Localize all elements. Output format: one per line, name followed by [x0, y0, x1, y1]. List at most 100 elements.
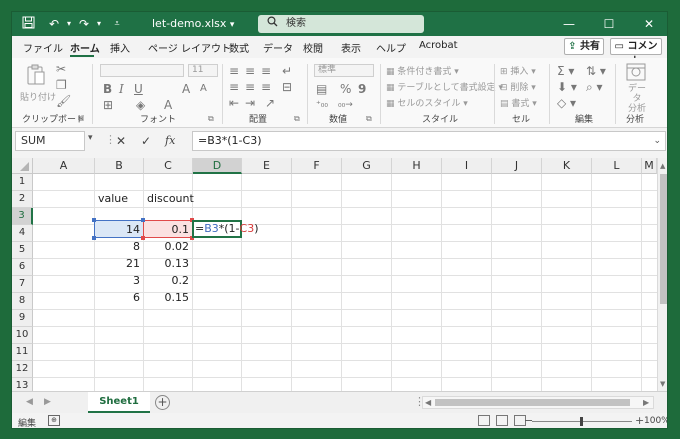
align-top-icon[interactable]: ≡: [229, 64, 239, 78]
horizontal-scrollbar[interactable]: ◀ ▶: [422, 396, 654, 409]
expand-formula-bar-icon[interactable]: ⌄: [653, 132, 661, 150]
align-left-icon[interactable]: ≡: [229, 80, 239, 94]
align-middle-icon[interactable]: ≡: [245, 64, 255, 78]
alignment-launcher-icon[interactable]: ⧉: [294, 112, 300, 126]
orientation-icon[interactable]: ↗: [265, 96, 275, 110]
row-header-12[interactable]: 12: [12, 361, 33, 378]
vertical-scroll-thumb[interactable]: [660, 174, 667, 304]
tab-acrobat[interactable]: Acrobat: [419, 40, 458, 51]
name-box-dropdown-icon[interactable]: ▾: [88, 133, 93, 143]
column-header-h[interactable]: H: [392, 158, 442, 174]
cell-c5[interactable]: 0.13: [144, 255, 192, 272]
copy-icon[interactable]: ❐: [56, 78, 67, 92]
column-header-k[interactable]: K: [542, 158, 592, 174]
cell-b4[interactable]: 8: [95, 238, 143, 255]
add-sheet-icon[interactable]: +: [155, 395, 170, 410]
scroll-left-icon[interactable]: ◀: [425, 398, 431, 407]
tab-review[interactable]: 校閲: [303, 40, 323, 55]
cell-b6[interactable]: 3: [95, 272, 143, 289]
bold-icon[interactable]: B: [103, 82, 112, 96]
format-painter-icon[interactable]: 🖌: [56, 94, 71, 108]
row-header-6[interactable]: 6: [12, 259, 33, 276]
cell-b3[interactable]: 14: [95, 221, 143, 238]
scroll-up-icon[interactable]: ▲: [660, 162, 665, 170]
row-header-5[interactable]: 5: [12, 242, 33, 259]
fill-icon[interactable]: ⬇ ▾: [557, 80, 577, 94]
column-header-m[interactable]: M: [642, 158, 657, 174]
enter-icon[interactable]: ✓: [141, 134, 151, 148]
column-header-l[interactable]: L: [592, 158, 642, 174]
shrink-font-icon[interactable]: A: [200, 82, 207, 96]
font-launcher-icon[interactable]: ⧉: [208, 112, 214, 126]
underline-icon[interactable]: U: [134, 82, 143, 96]
normal-view-icon[interactable]: [478, 415, 490, 426]
format-cells-button[interactable]: ▤ 書式 ▾: [500, 96, 537, 109]
sort-filter-icon[interactable]: ⇅ ▾: [586, 64, 606, 78]
search-box[interactable]: 検索: [258, 15, 424, 33]
column-header-g[interactable]: G: [342, 158, 392, 174]
select-all-corner[interactable]: [12, 158, 33, 174]
cell-b2[interactable]: value: [95, 190, 144, 207]
borders-icon[interactable]: ⊞: [103, 98, 113, 112]
cell-c4[interactable]: 0.02: [144, 238, 192, 255]
number-launcher-icon[interactable]: ⧉: [366, 112, 372, 126]
undo-icon[interactable]: ↶: [46, 16, 62, 32]
wrap-text-icon[interactable]: ↵: [282, 64, 292, 78]
row-header-1[interactable]: 1: [12, 174, 33, 191]
insert-function-icon[interactable]: fx: [165, 134, 175, 147]
minimize-icon[interactable]: —: [549, 12, 589, 36]
customize-qat-icon[interactable]: ⩡: [109, 16, 125, 32]
column-header-e[interactable]: E: [242, 158, 292, 174]
accessibility-icon[interactable]: ⊕: [48, 415, 60, 426]
column-header-d[interactable]: D: [193, 158, 242, 174]
sheet-tab-sheet1[interactable]: Sheet1: [88, 392, 150, 413]
tab-data[interactable]: データ: [263, 40, 293, 55]
title-caret-icon[interactable]: ▾: [230, 20, 235, 30]
row-header-11[interactable]: 11: [12, 344, 33, 361]
vertical-scrollbar[interactable]: ▲ ▼: [657, 158, 667, 391]
zoom-in-icon[interactable]: +: [635, 414, 644, 427]
prev-sheet-icon[interactable]: ◀: [26, 397, 33, 407]
cell-c2[interactable]: discount: [144, 190, 194, 207]
row-header-2[interactable]: 2: [12, 191, 33, 208]
cancel-icon[interactable]: ✕: [116, 134, 126, 148]
page-layout-view-icon[interactable]: [496, 415, 508, 426]
tab-home[interactable]: ホーム: [70, 40, 100, 55]
worksheet-grid[interactable]: A B C D E F G H I J K L M 1 2 3 4 5 6 7 …: [12, 158, 657, 391]
percent-style-icon[interactable]: %: [340, 82, 351, 96]
scroll-right-icon[interactable]: ▶: [643, 398, 649, 407]
name-box[interactable]: SUM: [15, 131, 85, 151]
zoom-slider-thumb[interactable]: [580, 417, 583, 426]
row-header-3[interactable]: 3: [12, 208, 33, 225]
tab-help[interactable]: ヘルプ: [376, 40, 406, 55]
comma-style-icon[interactable]: 9: [358, 82, 366, 96]
column-header-j[interactable]: J: [492, 158, 542, 174]
redo-dropdown-icon[interactable]: ▾: [91, 16, 107, 32]
tab-file[interactable]: ファイル: [23, 40, 63, 55]
row-header-7[interactable]: 7: [12, 276, 33, 293]
decrease-decimal-icon[interactable]: ₀₀→: [338, 98, 353, 112]
italic-icon[interactable]: I: [119, 82, 124, 96]
in-cell-formula[interactable]: =B3*(1-C3): [195, 220, 259, 238]
grow-font-icon[interactable]: A: [182, 82, 190, 96]
clipboard-launcher-icon[interactable]: ⧉: [78, 112, 84, 126]
next-sheet-icon[interactable]: ▶: [44, 397, 51, 407]
decrease-indent-icon[interactable]: ⇤: [229, 96, 239, 110]
save-icon[interactable]: [20, 16, 36, 32]
tab-insert[interactable]: 挿入: [110, 40, 130, 55]
align-center-icon[interactable]: ≡: [245, 80, 255, 94]
cut-icon[interactable]: ✂: [56, 62, 66, 76]
font-name-box[interactable]: [100, 64, 184, 77]
merge-center-icon[interactable]: ⊟: [282, 80, 292, 94]
fill-color-icon[interactable]: ◈: [136, 98, 145, 112]
zoom-level[interactable]: 100%: [644, 416, 667, 426]
paste-icon[interactable]: [26, 64, 46, 91]
cell-b5[interactable]: 21: [95, 255, 143, 272]
column-header-i[interactable]: I: [442, 158, 492, 174]
conditional-formatting-button[interactable]: ▦ 条件付き書式 ▾: [386, 64, 459, 77]
share-button[interactable]: ⇪ 共有: [564, 38, 604, 55]
number-format-box[interactable]: 標準: [314, 64, 374, 77]
format-as-table-button[interactable]: ▦ テーブルとして書式設定 ▾: [386, 80, 503, 93]
scroll-down-icon[interactable]: ▼: [660, 380, 665, 388]
row-header-9[interactable]: 9: [12, 310, 33, 327]
